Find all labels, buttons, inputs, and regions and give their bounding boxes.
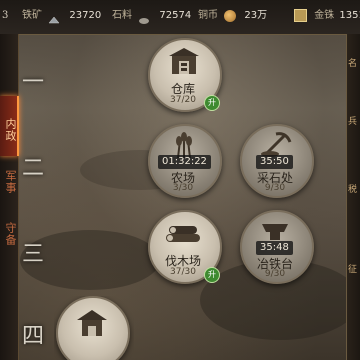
logs-icon bbox=[166, 226, 200, 242]
right-panel-text: 兵 bbox=[348, 117, 358, 127]
iron-ore-value: 23720 bbox=[69, 10, 102, 21]
iron-ore-resource[interactable]: 铁矿 23720 bbox=[22, 6, 101, 26]
copper-value: 23万 bbox=[244, 10, 268, 21]
pavilion-icon bbox=[77, 310, 107, 336]
tab-defense[interactable]: 守备 bbox=[0, 204, 17, 258]
building-level: 3/30 bbox=[172, 183, 194, 193]
right-panel-text: 名 bbox=[348, 59, 358, 69]
gold-resource[interactable]: 金铢 1351 bbox=[292, 6, 360, 26]
warehouse-icon bbox=[169, 48, 199, 74]
row-label-2: 二 bbox=[22, 156, 45, 181]
iron-ore-icon bbox=[48, 12, 60, 23]
build-timer: 35:50 bbox=[256, 155, 293, 169]
right-panel-text: 征 bbox=[348, 265, 358, 275]
game-scene: 3 铁矿 23720 石料 72574 铜币 23万 金铢 1351 bbox=[0, 0, 360, 360]
gold-icon bbox=[294, 9, 307, 22]
building-smelter[interactable]: 35:48 冶铁台 9/30 bbox=[238, 210, 318, 286]
category-tabs: 内政 军事 守备 bbox=[0, 34, 19, 360]
copper-label: 铜币 bbox=[198, 10, 218, 21]
right-info-panel: 名 兵 税 征 bbox=[346, 34, 360, 360]
level-fragment: 3 bbox=[2, 10, 9, 21]
iron-ore-label: 铁矿 bbox=[22, 10, 42, 21]
building-level: 9/30 bbox=[264, 269, 286, 279]
build-timer: 35:48 bbox=[256, 241, 293, 255]
tab-internal-affairs[interactable]: 内政 bbox=[0, 96, 19, 156]
right-panel-text: 税 bbox=[348, 185, 358, 195]
stone-value: 72574 bbox=[159, 10, 192, 21]
tab-military[interactable]: 军事 bbox=[0, 152, 17, 206]
stone-label: 石料 bbox=[112, 10, 132, 21]
building-row4[interactable] bbox=[54, 296, 134, 360]
resource-bar: 3 铁矿 23720 石料 72574 铜币 23万 金铢 1351 bbox=[0, 0, 360, 35]
row-label-4: 四 bbox=[22, 324, 45, 349]
build-timer: 01:32:22 bbox=[158, 155, 211, 169]
upgrade-badge[interactable]: 升 bbox=[204, 267, 220, 283]
building-quarry[interactable]: 35:50 采石处 9/30 bbox=[238, 124, 318, 200]
copper-coin-icon bbox=[224, 9, 237, 22]
building-warehouse[interactable]: 仓库 37/20 升 bbox=[146, 38, 226, 114]
gold-label: 金铢 bbox=[314, 10, 335, 21]
row-label-1: 一 bbox=[22, 70, 45, 95]
building-farm[interactable]: 01:32:22 农场 3/30 bbox=[146, 124, 226, 200]
pickaxe-icon bbox=[261, 132, 292, 157]
building-lumberyard[interactable]: 伐木场 37/30 升 bbox=[146, 210, 226, 286]
copper-resource[interactable]: 铜币 23万 bbox=[198, 6, 267, 26]
stone-icon bbox=[138, 12, 150, 24]
stone-resource[interactable]: 石料 72574 bbox=[112, 6, 191, 26]
upgrade-badge[interactable]: 升 bbox=[204, 95, 220, 111]
row-label-3: 三 bbox=[22, 242, 45, 267]
gold-value: 1351 bbox=[339, 10, 360, 21]
building-level: 9/30 bbox=[264, 183, 286, 193]
